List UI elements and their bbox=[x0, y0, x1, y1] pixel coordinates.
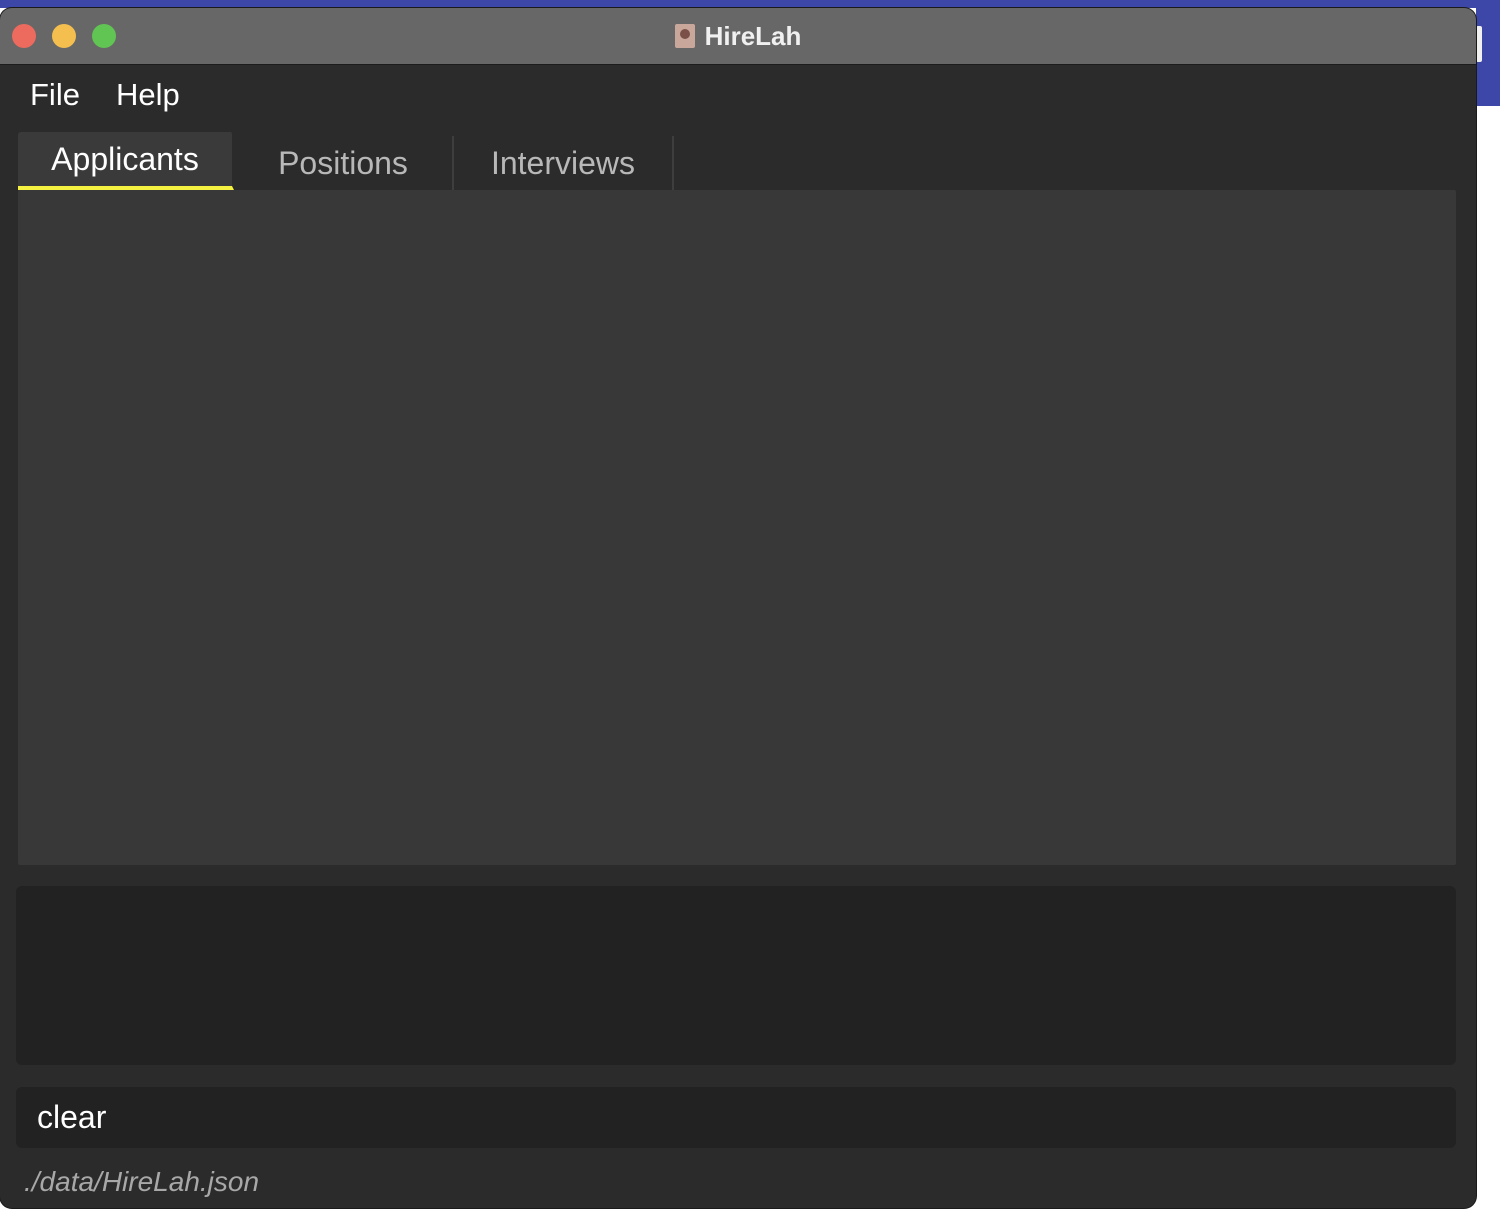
menu-file[interactable]: File bbox=[14, 77, 96, 113]
status-bar-file-path: ./data/HireLah.json bbox=[24, 1166, 260, 1197]
window-title: HireLah bbox=[704, 20, 802, 51]
menu-bar: File Help bbox=[0, 65, 1476, 125]
command-box[interactable] bbox=[16, 1087, 1456, 1148]
background-window-edge bbox=[1476, 26, 1482, 62]
command-input[interactable] bbox=[16, 1098, 1439, 1137]
tab-bar: Applicants Positions Interviews bbox=[18, 132, 674, 190]
tab-positions[interactable]: Positions bbox=[234, 136, 454, 190]
tab-interviews[interactable]: Interviews bbox=[454, 136, 674, 190]
result-display bbox=[16, 886, 1456, 1065]
menu-help[interactable]: Help bbox=[100, 77, 196, 113]
tab-applicants[interactable]: Applicants bbox=[18, 132, 234, 190]
desktop-background bbox=[0, 0, 1500, 8]
title-bar[interactable]: HireLah bbox=[0, 8, 1476, 65]
title-container: HireLah bbox=[0, 8, 1476, 64]
applicants-list-panel[interactable] bbox=[18, 190, 1456, 865]
app-window: HireLah File Help Applicants Positions I… bbox=[0, 8, 1476, 1208]
app-icon bbox=[674, 24, 695, 48]
